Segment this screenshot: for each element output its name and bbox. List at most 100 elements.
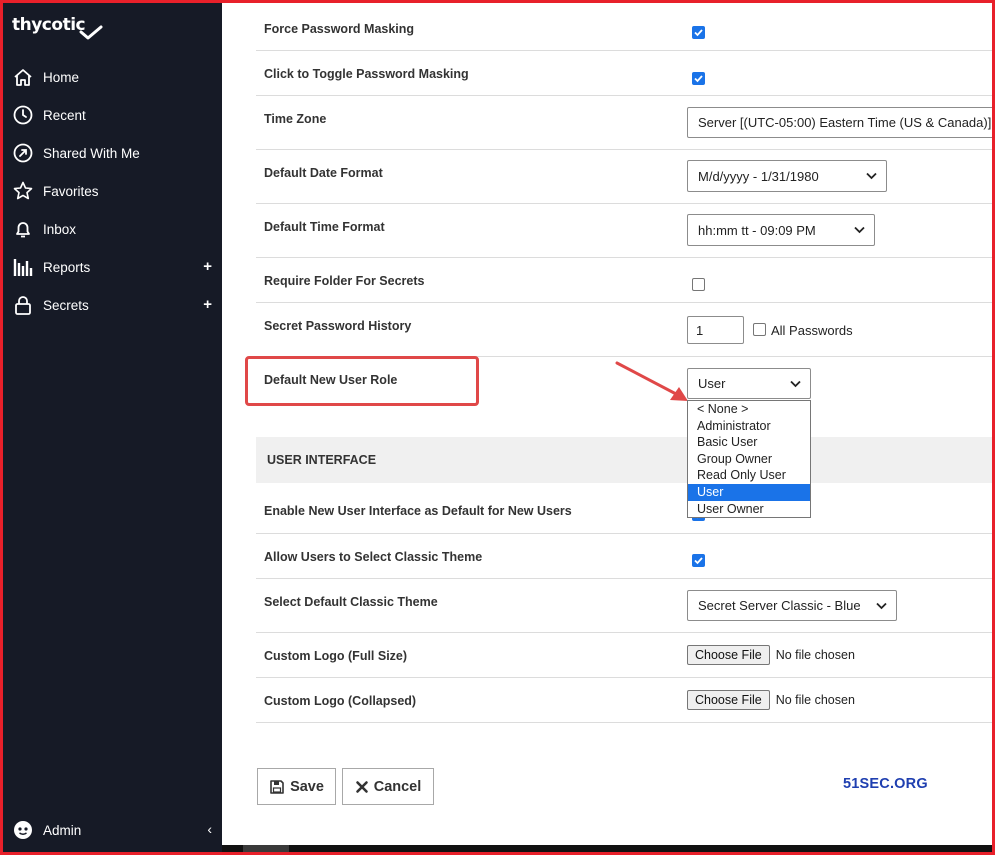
lock-icon — [11, 293, 35, 317]
bottom-tab — [243, 845, 289, 855]
row-label: Default Date Format — [264, 166, 383, 180]
sidebar-item-label: Inbox — [43, 221, 77, 237]
choose-file-button[interactable]: Choose File — [687, 645, 770, 665]
check-icon — [694, 75, 703, 83]
save-button[interactable]: Save — [257, 768, 336, 805]
row-toggle-password-masking: Click to Toggle Password Masking — [256, 51, 992, 96]
toggle-masking-checkbox[interactable] — [692, 72, 705, 85]
time-zone-select[interactable]: Server [(UTC-05:00) Eastern Time (US & C… — [687, 107, 995, 138]
row-label: Secret Password History — [264, 319, 412, 333]
option-user[interactable]: User — [688, 483, 810, 501]
option-basic-user[interactable]: Basic User — [688, 434, 810, 451]
save-label: Save — [290, 778, 324, 795]
expand-plus-icon[interactable]: + — [203, 258, 212, 275]
chevron-down-icon — [790, 380, 801, 388]
cancel-label: Cancel — [373, 778, 422, 795]
sidebar-item-recent[interactable]: Recent — [3, 96, 222, 134]
annotation-highlight-box — [245, 356, 479, 406]
logo-full-file-control: Choose File No file chosen — [687, 645, 855, 665]
annotation-arrow-icon — [615, 361, 688, 401]
new-user-role-options: < None > Administrator Basic User Group … — [687, 400, 811, 518]
sidebar: thycotic Home Recent Shared With Me Favo… — [3, 3, 222, 852]
sidebar-item-label: Recent — [43, 107, 86, 123]
require-folder-checkbox[interactable] — [692, 278, 705, 291]
classic-theme-select[interactable]: Secret Server Classic - Blue — [687, 590, 897, 621]
row-allow-classic-theme: Allow Users to Select Classic Theme — [256, 534, 992, 579]
clock-icon — [11, 103, 35, 127]
date-format-select[interactable]: M/d/yyyy - 1/31/1980 — [687, 160, 887, 192]
bell-icon — [11, 217, 35, 241]
avatar-icon — [11, 818, 35, 842]
time-format-select[interactable]: hh:mm tt - 09:09 PM — [687, 214, 875, 246]
chevron-down-icon — [866, 172, 877, 180]
time-format-value: hh:mm tt - 09:09 PM — [698, 222, 816, 238]
new-user-role-value: User — [698, 376, 726, 391]
time-zone-value: Server [(UTC-05:00) Eastern Time (US & C… — [698, 115, 992, 130]
thycotic-logo[interactable]: thycotic — [12, 15, 103, 49]
share-icon — [11, 141, 35, 165]
expand-plus-icon[interactable]: + — [203, 296, 212, 313]
row-label: Require Folder For Secrets — [264, 274, 425, 288]
option-none[interactable]: < None > — [688, 401, 810, 418]
row-label: Click to Toggle Password Masking — [264, 67, 469, 81]
row-label: Custom Logo (Full Size) — [264, 649, 408, 663]
sidebar-item-label: Home — [43, 69, 80, 85]
check-icon — [694, 29, 703, 37]
row-time-zone: Time Zone Server [(UTC-05:00) Eastern Ti… — [256, 96, 995, 150]
all-passwords-checkbox[interactable] — [753, 323, 766, 336]
option-group-owner[interactable]: Group Owner — [688, 451, 810, 468]
row-secret-password-history: Secret Password History 1 All Passwords — [256, 303, 992, 357]
sidebar-item-label: Favorites — [43, 183, 99, 199]
password-history-value: 1 — [696, 322, 704, 338]
row-default-date-format: Default Date Format M/d/yyyy - 1/31/1980 — [256, 150, 992, 204]
classic-theme-value: Secret Server Classic - Blue — [698, 598, 861, 613]
allow-classic-checkbox[interactable] — [692, 554, 705, 567]
star-icon — [11, 179, 35, 203]
all-passwords-label: All Passwords — [771, 323, 853, 338]
sidebar-nav: Home Recent Shared With Me Favorites Inb… — [3, 58, 222, 324]
main-panel: Force Password Masking Click to Toggle P… — [222, 3, 995, 845]
section-user-interface: USER INTERFACE — [256, 437, 992, 483]
password-history-input[interactable]: 1 — [687, 316, 744, 344]
row-label: Select Default Classic Theme — [264, 595, 438, 609]
collapse-chevron-icon[interactable]: ‹ — [207, 821, 212, 837]
sidebar-item-shared-with-me[interactable]: Shared With Me — [3, 134, 222, 172]
option-user-owner[interactable]: User Owner — [688, 501, 810, 518]
sidebar-item-inbox[interactable]: Inbox — [3, 210, 222, 248]
row-label: Time Zone — [264, 112, 327, 126]
option-read-only-user[interactable]: Read Only User — [688, 467, 810, 484]
logo-collapsed-file-control: Choose File No file chosen — [687, 690, 855, 710]
date-format-value: M/d/yyyy - 1/31/1980 — [698, 168, 819, 184]
row-label: Custom Logo (Collapsed) — [264, 694, 417, 708]
home-icon — [11, 65, 35, 89]
row-custom-logo-collapsed: Custom Logo (Collapsed) Choose File No f… — [256, 678, 992, 723]
row-label: Default Time Format — [264, 220, 385, 234]
sidebar-item-favorites[interactable]: Favorites — [3, 172, 222, 210]
sidebar-admin[interactable]: Admin ‹ — [3, 815, 222, 845]
bottom-bar — [222, 845, 995, 855]
force-masking-checkbox[interactable] — [692, 26, 705, 39]
sidebar-item-label: Shared With Me — [43, 145, 140, 161]
close-icon — [355, 780, 369, 794]
row-require-folder: Require Folder For Secrets — [256, 258, 992, 303]
bar-chart-icon — [11, 255, 35, 279]
sidebar-item-secrets[interactable]: Secrets + — [3, 286, 222, 324]
logo-text: thycotic — [12, 15, 86, 35]
chevron-down-icon — [854, 226, 865, 234]
check-icon — [694, 557, 703, 565]
row-classic-theme: Select Default Classic Theme Secret Serv… — [256, 579, 992, 633]
sidebar-item-label: Secrets — [43, 297, 89, 313]
file-status: No file chosen — [775, 693, 855, 707]
row-force-password-masking: Force Password Masking — [256, 3, 992, 51]
sidebar-item-home[interactable]: Home — [3, 58, 222, 96]
watermark: 51SEC.ORG — [843, 776, 928, 792]
option-administrator[interactable]: Administrator — [688, 418, 810, 435]
cancel-button[interactable]: Cancel — [342, 768, 434, 805]
admin-label: Admin — [43, 822, 82, 838]
row-label: Allow Users to Select Classic Theme — [264, 550, 483, 564]
floppy-disk-icon — [269, 779, 285, 795]
section-title: USER INTERFACE — [267, 453, 377, 467]
new-user-role-select[interactable]: User — [687, 368, 811, 399]
sidebar-item-reports[interactable]: Reports + — [3, 248, 222, 286]
choose-file-button[interactable]: Choose File — [687, 690, 770, 710]
